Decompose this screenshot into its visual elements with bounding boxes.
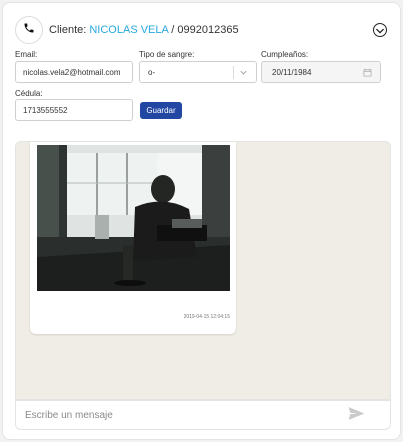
- birthday-label: Cumpleaños:: [261, 50, 309, 59]
- calendar-icon: [363, 68, 372, 79]
- select-divider: [233, 66, 234, 79]
- collapse-button[interactable]: [373, 23, 387, 37]
- client-phone: 0992012365: [177, 24, 239, 36]
- client-chat-panel: Cliente: NICOLAS VELA / 0992012365 Email…: [2, 2, 401, 440]
- birthday-field[interactable]: 20/11/1984: [261, 61, 381, 83]
- message-composer: [15, 400, 391, 430]
- birthday-value: 20/11/1984: [272, 67, 312, 77]
- id-value: 1713555552: [23, 105, 68, 115]
- chevron-down-circle-icon: [376, 21, 384, 39]
- id-label: Cédula:: [15, 89, 43, 98]
- email-label: Email:: [15, 50, 38, 59]
- client-prefix: Cliente:: [49, 24, 87, 36]
- send-button[interactable]: [347, 407, 365, 425]
- blood-type-value: o-: [148, 67, 156, 77]
- blood-type-label: Tipo de sangre:: [139, 50, 195, 59]
- client-separator: /: [171, 24, 175, 36]
- send-icon: [348, 406, 365, 426]
- message-input[interactable]: [25, 409, 335, 421]
- email-field[interactable]: nicolas.vela2@hotmail.com: [15, 61, 133, 83]
- chat-messages[interactable]: 2019-04-15 12:04:15: [15, 141, 391, 400]
- blood-type-select[interactable]: o-: [139, 61, 257, 83]
- client-header: Cliente: NICOLAS VELA / 0992012365: [15, 15, 388, 45]
- message-photo[interactable]: [37, 145, 230, 291]
- phone-icon: [23, 21, 35, 39]
- email-value: nicolas.vela2@hotmail.com: [23, 67, 121, 77]
- save-button[interactable]: Guardar: [140, 102, 182, 119]
- client-name[interactable]: NICOLAS VELA: [89, 24, 168, 36]
- client-info: Cliente: NICOLAS VELA / 0992012365: [49, 24, 239, 36]
- call-button[interactable]: [15, 16, 43, 44]
- message-timestamp: 2019-04-15 12:04:15: [183, 314, 230, 320]
- chevron-down-icon: [239, 68, 248, 79]
- id-field[interactable]: 1713555552: [15, 99, 133, 121]
- message-bubble: 2019-04-15 12:04:15: [30, 142, 236, 334]
